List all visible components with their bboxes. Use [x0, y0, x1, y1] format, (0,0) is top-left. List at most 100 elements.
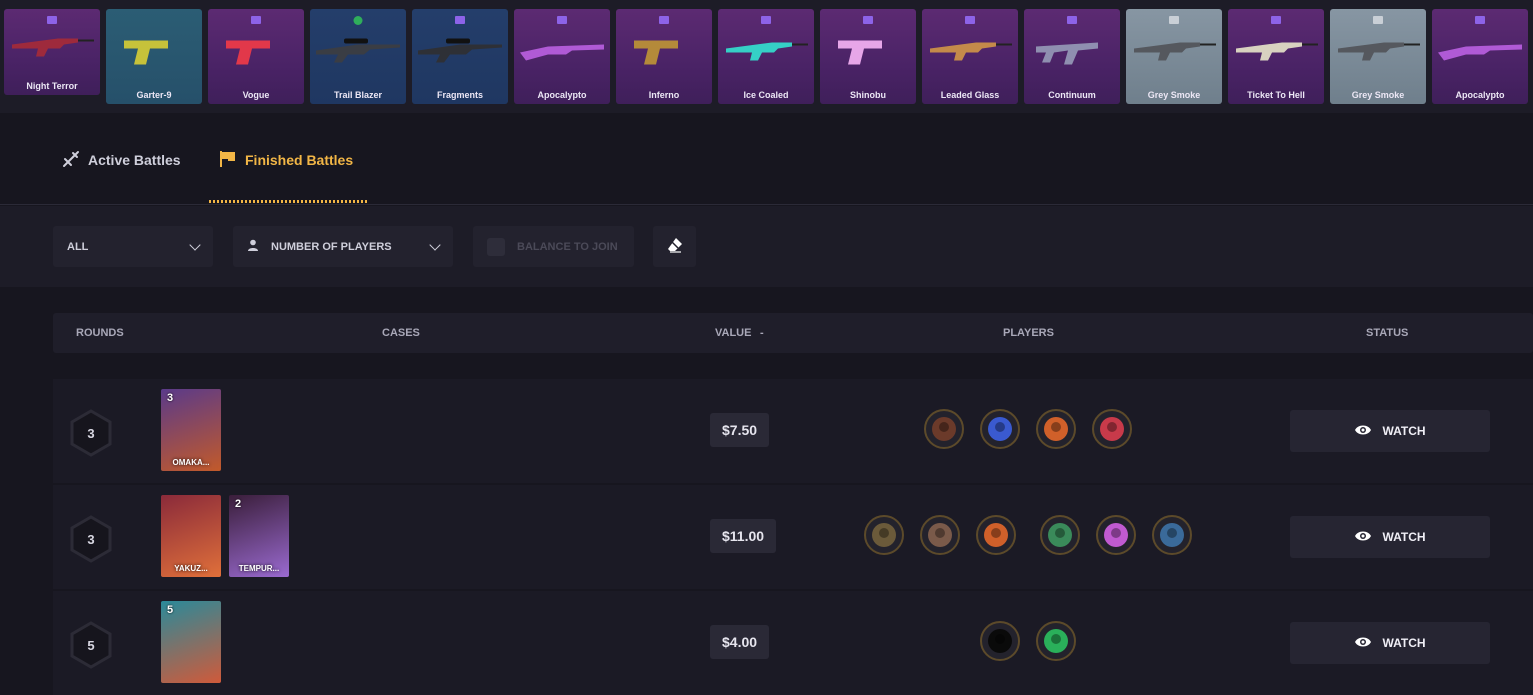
watch-button-label: WATCH — [1382, 530, 1426, 544]
case-quantity: 5 — [167, 604, 174, 616]
balance-to-join-toggle[interactable]: BALANCE TO JOIN — [473, 226, 634, 267]
pistol-icon — [824, 30, 912, 75]
eye-icon — [1354, 636, 1372, 651]
table-row[interactable]: 3 YAKUZ... 2 TEMPUR... $11.00 WATCH — [53, 485, 1533, 589]
case-thumbnail[interactable]: 3 OMAKA... — [161, 389, 221, 471]
shotgun-icon — [518, 30, 606, 75]
rifle-icon — [8, 26, 96, 71]
drop-card[interactable]: Ticket To Hell — [1228, 9, 1324, 104]
drop-card[interactable]: Garter-9 — [106, 9, 202, 104]
drop-name: Apocalypto — [537, 90, 587, 100]
drop-name: Fragments — [436, 90, 483, 100]
header-rounds: ROUNDS — [76, 327, 124, 339]
case-thumbnail[interactable]: YAKUZ... — [161, 495, 221, 577]
rifle-icon — [1334, 30, 1422, 75]
battle-value: $7.50 — [710, 413, 770, 447]
case-badge-icon — [1373, 16, 1383, 24]
rounds-count: 5 — [87, 637, 95, 653]
case-thumbnail[interactable]: 5 — [161, 601, 221, 683]
card-avatar[interactable] — [1040, 515, 1080, 555]
header-status: STATUS — [1366, 327, 1409, 339]
drop-name: Vogue — [242, 90, 270, 100]
tab-finished-battles-label: Finished Battles — [245, 152, 354, 168]
drop-name: Ticket To Hell — [1247, 90, 1305, 100]
drop-card[interactable]: Night Terror — [4, 9, 100, 95]
case-badge-icon — [659, 16, 669, 24]
clear-filters-button[interactable] — [653, 226, 696, 267]
case-name: YAKUZ... — [174, 564, 208, 573]
flag-icon — [219, 150, 237, 171]
watch-button[interactable]: WATCH — [1290, 516, 1490, 558]
sniper-icon — [314, 30, 402, 75]
swords-icon — [62, 150, 80, 171]
table-row[interactable]: 3 3 OMAKA... $7.50 WATCH — [53, 379, 1533, 483]
drop-card[interactable]: Fragments — [412, 9, 508, 104]
header-value[interactable]: VALUE — [715, 327, 751, 339]
drop-name: Ice Coaled — [743, 90, 789, 100]
case-badge-icon — [1475, 16, 1485, 24]
watch-button[interactable]: WATCH — [1290, 410, 1490, 452]
rifle-icon — [722, 30, 810, 75]
drop-card[interactable]: Grey Smoke — [1330, 9, 1426, 104]
case-badge-icon — [1067, 16, 1077, 24]
drop-card[interactable]: Inferno — [616, 9, 712, 104]
screen-avatar[interactable] — [1152, 515, 1192, 555]
tab-finished-battles[interactable]: Finished Battles — [219, 150, 353, 170]
blank-avatar[interactable] — [980, 621, 1020, 661]
case-badge-icon — [1169, 16, 1179, 24]
table-row[interactable]: 5 5 $4.00 WATCH — [53, 591, 1533, 695]
balance-checkbox[interactable] — [487, 237, 505, 256]
eye-icon — [1354, 424, 1372, 439]
monkey-avatar[interactable] — [976, 515, 1016, 555]
drop-card[interactable]: Trail Blazer — [310, 9, 406, 104]
balance-to-join-label: BALANCE TO JOIN — [517, 240, 618, 253]
case-badge-icon — [863, 16, 873, 24]
drop-name: Shinobu — [850, 90, 886, 100]
drop-name: Night Terror — [26, 81, 78, 91]
rifle-icon — [926, 30, 1014, 75]
case-badge-icon — [557, 16, 567, 24]
case-badge-icon — [761, 16, 771, 24]
book-avatar[interactable] — [1092, 409, 1132, 449]
monkey-avatar[interactable] — [1036, 409, 1076, 449]
rifle-icon — [1232, 30, 1320, 75]
pistol-icon — [110, 30, 198, 75]
rounds-count: 3 — [87, 531, 95, 547]
drop-name: Grey Smoke — [1147, 90, 1201, 100]
watch-button[interactable]: WATCH — [1290, 622, 1490, 664]
wolf-avatar[interactable] — [980, 409, 1020, 449]
smg-icon — [1028, 30, 1116, 75]
live-drop-feed: Night Terror Garter-9 Vogue Trail Blazer Fra… — [0, 0, 1533, 113]
watch-button-label: WATCH — [1382, 424, 1426, 438]
mode-select[interactable]: ALL — [53, 226, 213, 267]
value-sort-indicator[interactable]: - — [760, 327, 764, 339]
tab-active-battles-label: Active Battles — [88, 152, 181, 168]
drop-card[interactable]: Apocalypto — [1432, 9, 1528, 104]
filter-bar: ALL NUMBER OF PLAYERS BALANCE TO JOIN — [0, 206, 1533, 287]
soldier-avatar[interactable] — [924, 409, 964, 449]
drop-card[interactable]: Ice Coaled — [718, 9, 814, 104]
bear-avatar[interactable] — [1096, 515, 1136, 555]
soldier-avatar[interactable] — [864, 515, 904, 555]
case-thumbnail[interactable]: 2 TEMPUR... — [229, 495, 289, 577]
players-select-value: NUMBER OF PLAYERS — [271, 240, 392, 253]
drop-card[interactable]: Grey Smoke — [1126, 9, 1222, 104]
players-select[interactable]: NUMBER OF PLAYERS — [233, 226, 453, 267]
tab-active-battles[interactable]: Active Battles — [62, 150, 181, 170]
battle-value: $4.00 — [710, 625, 770, 659]
case-badge-icon — [251, 16, 261, 24]
case-badge-icon — [47, 16, 57, 24]
header-players: PLAYERS — [1003, 327, 1054, 339]
drop-card[interactable]: Leaded Glass — [922, 9, 1018, 104]
active-tab-indicator — [209, 200, 367, 203]
battle-tabs: Active Battles Finished Battles — [0, 113, 1533, 205]
drop-card[interactable]: Vogue — [208, 9, 304, 104]
case-quantity: 3 — [167, 392, 174, 404]
case-avatar[interactable] — [920, 515, 960, 555]
battle-value: $11.00 — [710, 519, 777, 553]
shotgun-icon — [1436, 30, 1524, 75]
drop-card[interactable]: Shinobu — [820, 9, 916, 104]
drop-card[interactable]: Apocalypto — [514, 9, 610, 104]
bear-avatar[interactable] — [1036, 621, 1076, 661]
drop-card[interactable]: Continuum — [1024, 9, 1120, 104]
